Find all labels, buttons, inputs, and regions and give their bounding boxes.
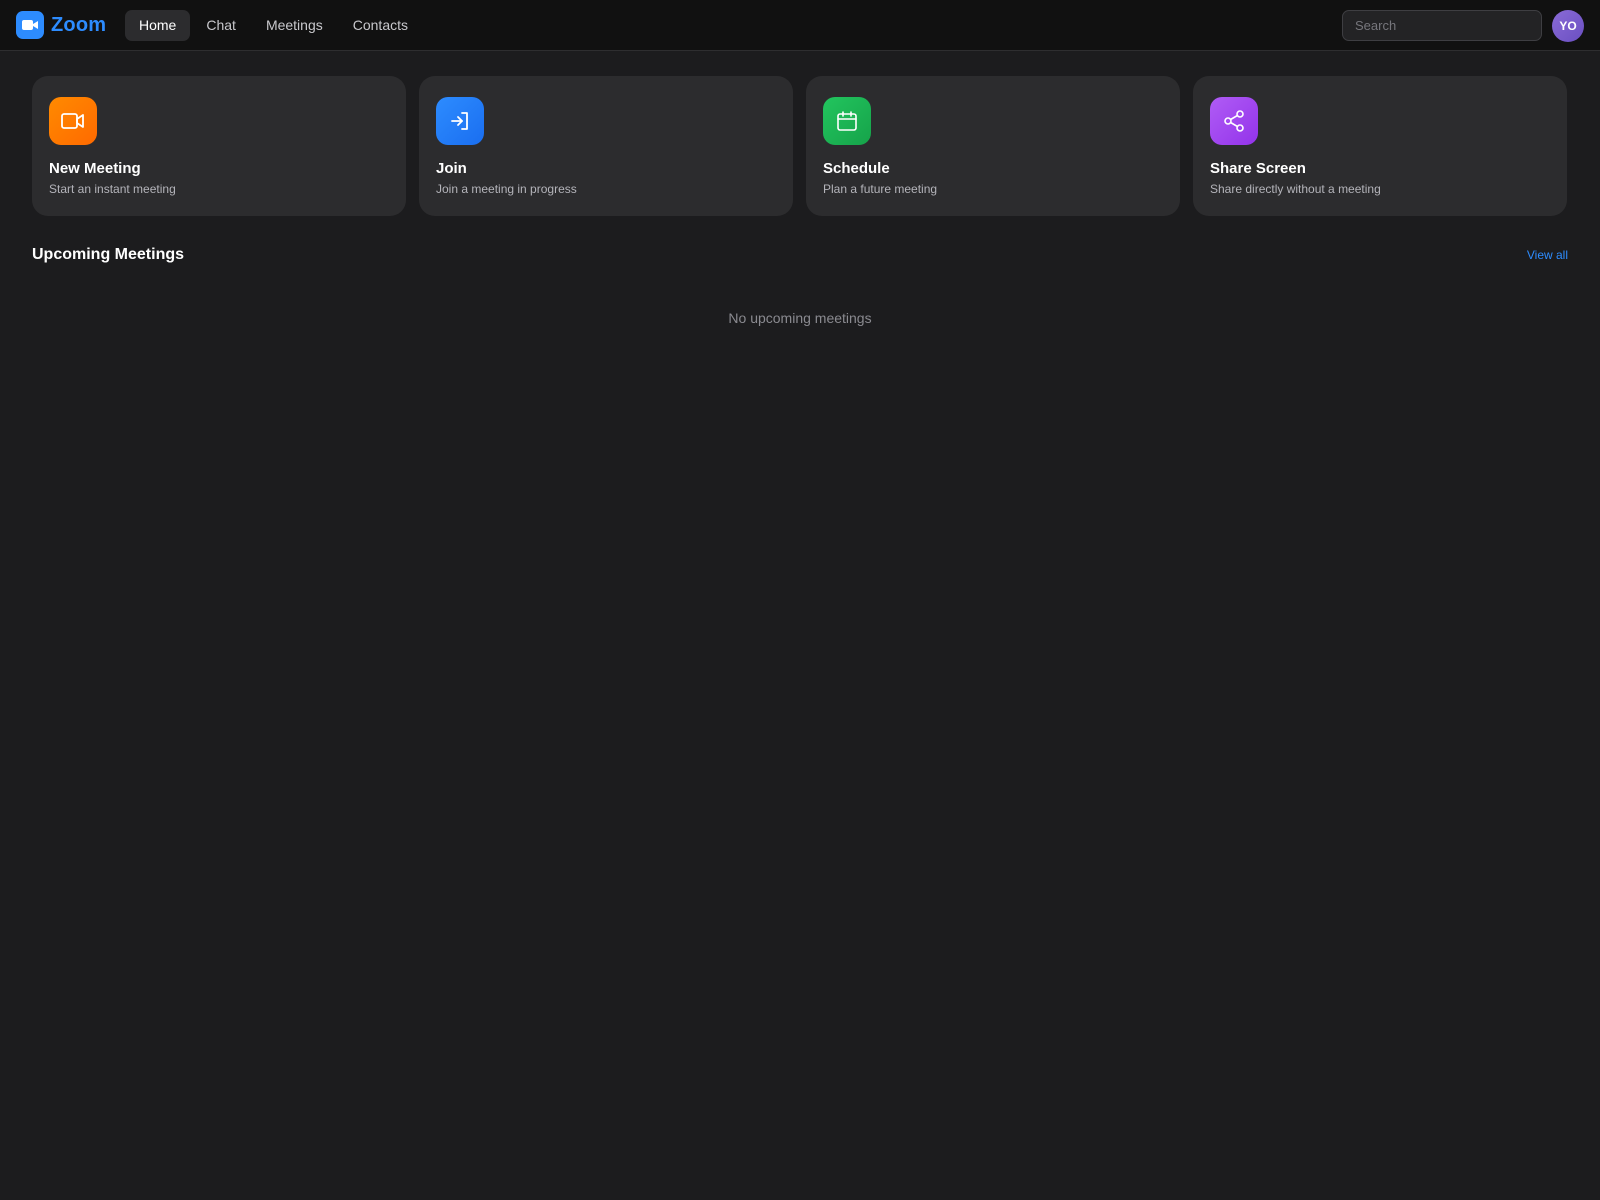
search-input[interactable] bbox=[1342, 10, 1542, 41]
card-subtitle: Start an instant meeting bbox=[49, 182, 176, 196]
avatar[interactable]: YO bbox=[1552, 10, 1584, 42]
card-title: Join bbox=[436, 160, 467, 177]
quick-actions: New Meeting Start an instant meeting Joi… bbox=[32, 76, 1567, 216]
card-title: New Meeting bbox=[49, 160, 141, 177]
card-title: Share Screen bbox=[1210, 160, 1306, 177]
nav-item-chat[interactable]: Chat bbox=[192, 10, 250, 41]
join-card[interactable]: Join Join a meeting in progress bbox=[419, 76, 793, 216]
empty-state-text: No upcoming meetings bbox=[728, 310, 872, 326]
view-all-link[interactable]: View all bbox=[1527, 248, 1568, 262]
calendar-icon bbox=[823, 97, 871, 145]
zoom-logo-icon bbox=[16, 11, 44, 39]
top-bar: Zoom Home Chat Meetings Contacts YO bbox=[0, 0, 1600, 51]
upcoming-meetings-header: Upcoming Meetings View all bbox=[32, 246, 1568, 264]
nav-item-meetings[interactable]: Meetings bbox=[252, 10, 337, 41]
new-meeting-card[interactable]: New Meeting Start an instant meeting bbox=[32, 76, 406, 216]
brand[interactable]: Zoom bbox=[16, 11, 106, 39]
schedule-card[interactable]: Schedule Plan a future meeting bbox=[806, 76, 1180, 216]
nav-item-contacts[interactable]: Contacts bbox=[339, 10, 422, 41]
main-nav: Home Chat Meetings Contacts bbox=[125, 10, 422, 41]
card-subtitle: Share directly without a meeting bbox=[1210, 182, 1381, 196]
nav-item-home[interactable]: Home bbox=[125, 10, 191, 41]
app-name: Zoom bbox=[51, 13, 107, 36]
card-subtitle: Plan a future meeting bbox=[823, 182, 938, 196]
enter-icon bbox=[436, 97, 484, 145]
video-camera-icon bbox=[49, 97, 97, 145]
share-icon bbox=[1210, 97, 1258, 145]
card-subtitle: Join a meeting in progress bbox=[436, 182, 577, 196]
share-screen-card[interactable]: Share Screen Share directly without a me… bbox=[1193, 76, 1567, 216]
section-title: Upcoming Meetings bbox=[32, 246, 185, 263]
card-title: Schedule bbox=[823, 160, 890, 177]
